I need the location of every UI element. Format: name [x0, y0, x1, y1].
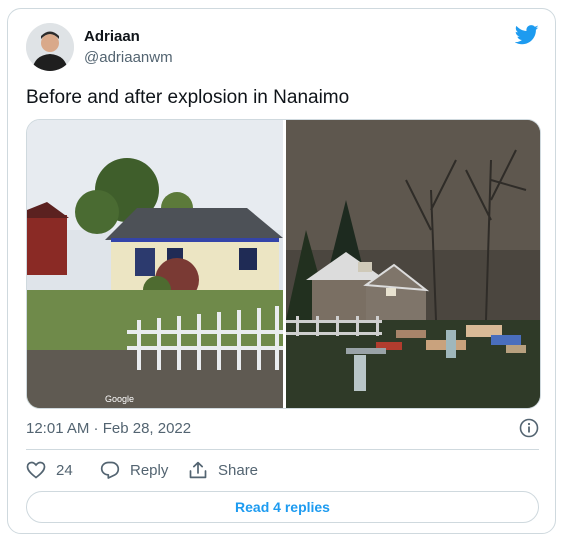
- reply-action[interactable]: Reply: [100, 461, 168, 479]
- twitter-bird-icon[interactable]: [515, 25, 539, 45]
- avatar[interactable]: [26, 23, 74, 71]
- tweet-card: Adriaan @adriaanwm Before and after expl…: [7, 8, 556, 534]
- like-count: 24: [56, 461, 73, 479]
- share-label: Share: [218, 461, 259, 479]
- divider: [26, 449, 539, 450]
- avatar-image: [26, 23, 74, 71]
- tweet-media[interactable]: Google: [26, 119, 541, 409]
- read-replies-button[interactable]: Read 4 replies: [26, 491, 539, 523]
- info-icon[interactable]: [519, 418, 539, 438]
- user-handle[interactable]: @adriaanwm: [84, 49, 173, 66]
- reply-label: Reply: [130, 461, 169, 479]
- user-name[interactable]: Adriaan: [84, 28, 140, 45]
- tweet-text: Before and after explosion in Nanaimo: [26, 87, 350, 108]
- share-icon: [188, 461, 208, 479]
- like-action[interactable]: 24: [26, 461, 73, 479]
- tweet-timestamp[interactable]: 12:01 AM · Feb 28, 2022: [26, 420, 191, 437]
- reply-icon: [100, 461, 120, 479]
- google-watermark: Google: [105, 394, 134, 404]
- share-action[interactable]: Share: [188, 461, 258, 479]
- before-photo[interactable]: Google: [27, 120, 283, 408]
- after-photo[interactable]: [286, 120, 540, 408]
- heart-icon: [26, 461, 46, 479]
